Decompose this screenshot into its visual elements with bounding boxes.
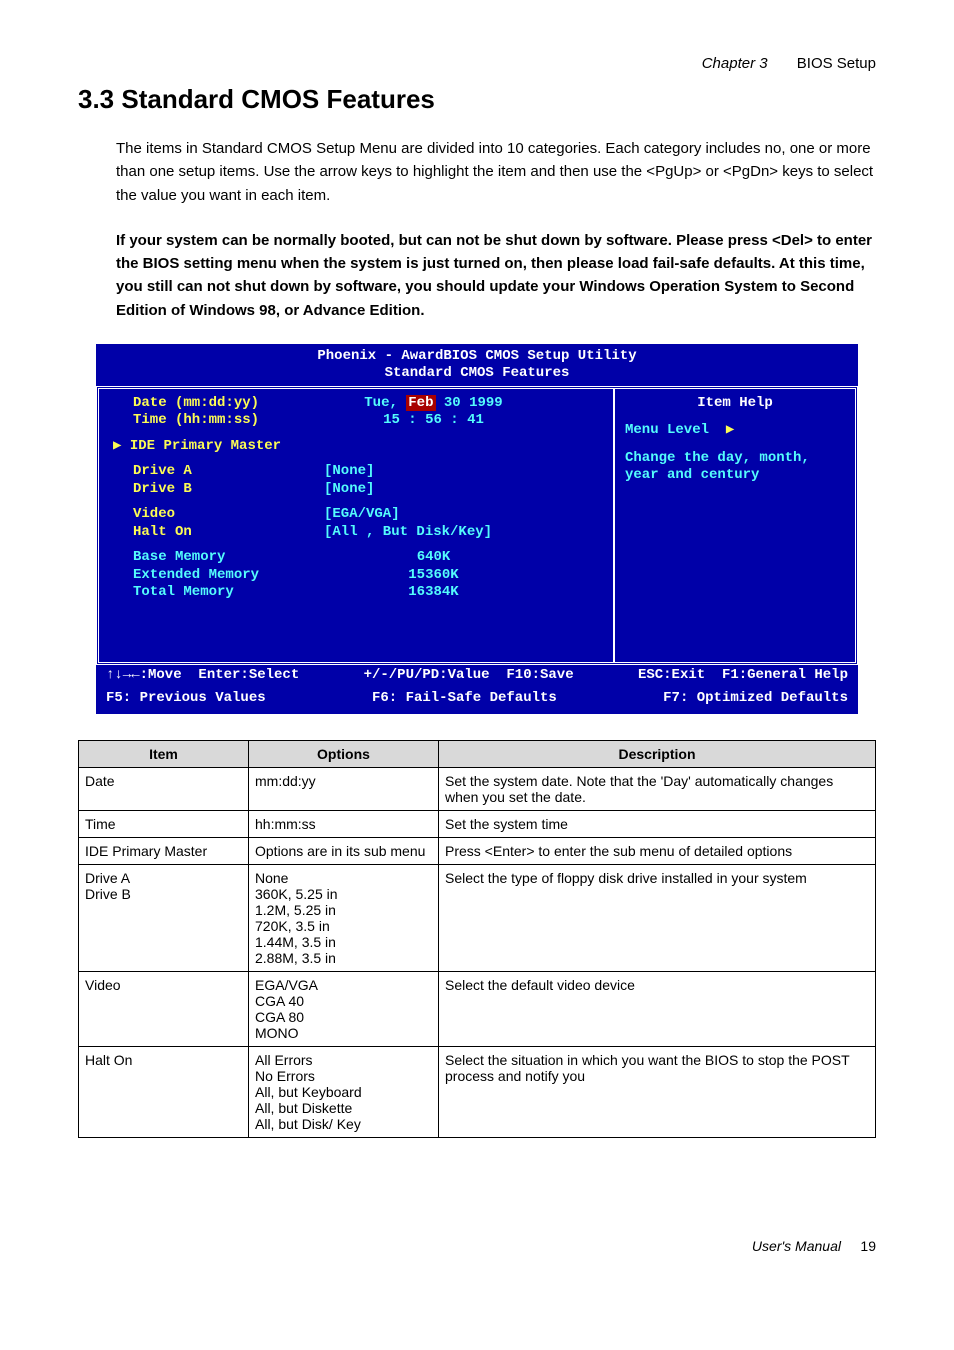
footer-move: ↑↓→←:Move Enter:Select — [106, 667, 299, 685]
date-value[interactable]: Tue, Feb 30 1999 — [324, 395, 603, 413]
date-label: Date (mm:dd:yy) — [109, 395, 324, 413]
time-label: Time (hh:mm:ss) — [109, 412, 324, 430]
cell-item: Video — [79, 971, 249, 1046]
bios-screenshot: Phoenix - AwardBIOS CMOS Setup Utility S… — [96, 344, 858, 714]
cell-description: Set the system time — [439, 810, 876, 837]
drive-b-label: Drive B — [109, 481, 324, 499]
cell-options: hh:mm:ss — [249, 810, 439, 837]
help-text: Change the day, month, year and century — [625, 450, 845, 485]
cell-item: Date — [79, 767, 249, 810]
item-help-title: Item Help — [625, 395, 845, 413]
table-row: IDE Primary MasterOptions are in its sub… — [79, 837, 876, 864]
cell-description: Select the default video device — [439, 971, 876, 1046]
cell-description: Select the situation in which you want t… — [439, 1046, 876, 1137]
bios-left-panel: Date (mm:dd:yy) Tue, Feb 30 1999 Time (h… — [99, 389, 615, 662]
footer-f5: F5: Previous Values — [106, 690, 266, 708]
cell-options: None 360K, 5.25 in 1.2M, 5.25 in 720K, 3… — [249, 864, 439, 971]
bios-footer-2: F5: Previous Values F6: Fail-Safe Defaul… — [96, 690, 858, 714]
cell-item: Time — [79, 810, 249, 837]
menu-level: Menu Level ▶ — [625, 422, 845, 440]
extended-memory-label: Extended Memory — [109, 567, 324, 585]
total-memory-value: 16384K — [324, 584, 603, 602]
base-memory-value: 640K — [324, 549, 603, 567]
drive-a-value[interactable]: [None] — [324, 463, 603, 481]
para-2: If your system can be normally booted, b… — [116, 229, 876, 322]
cell-options: mm:dd:yy — [249, 767, 439, 810]
video-value[interactable]: [EGA/VGA] — [324, 506, 603, 524]
video-label: Video — [109, 506, 324, 524]
th-options: Options — [249, 740, 439, 767]
section-title: 3.3 Standard CMOS Features — [78, 84, 876, 115]
bios-footer: ↑↓→←:Move Enter:Select +/-/PU/PD:Value F… — [96, 665, 858, 691]
base-memory-label: Base Memory — [109, 549, 324, 567]
cell-item: Halt On — [79, 1046, 249, 1137]
cell-options: EGA/VGA CGA 40 CGA 80 MONO — [249, 971, 439, 1046]
th-item: Item — [79, 740, 249, 767]
cell-item: IDE Primary Master — [79, 837, 249, 864]
th-description: Description — [439, 740, 876, 767]
bios-title-1: Phoenix - AwardBIOS CMOS Setup Utility — [96, 348, 858, 366]
table-row: VideoEGA/VGA CGA 40 CGA 80 MONOSelect th… — [79, 971, 876, 1046]
table-row: Timehh:mm:ssSet the system time — [79, 810, 876, 837]
halt-on-value[interactable]: [All , But Disk/Key] — [324, 524, 603, 542]
footer-f7: F7: Optimized Defaults — [663, 690, 848, 708]
chapter-label: Chapter 3 — [702, 55, 768, 72]
table-row: Drive A Drive BNone 360K, 5.25 in 1.2M, … — [79, 864, 876, 971]
page-number: 19 — [860, 1238, 876, 1254]
menu-level-arrow-icon: ▶ — [726, 422, 734, 438]
time-value[interactable]: 15 : 56 : 41 — [324, 412, 603, 430]
footer-f6: F6: Fail-Safe Defaults — [372, 690, 557, 708]
section-label: BIOS Setup — [797, 55, 876, 72]
bios-title-2: Standard CMOS Features — [96, 365, 858, 383]
cell-description: Set the system date. Note that the 'Day'… — [439, 767, 876, 810]
total-memory-label: Total Memory — [109, 584, 324, 602]
drive-b-value[interactable]: [None] — [324, 481, 603, 499]
cell-item: Drive A Drive B — [79, 864, 249, 971]
footer-text: User's Manual — [752, 1238, 841, 1254]
cell-description: Select the type of floppy disk drive ins… — [439, 864, 876, 971]
footer-value: +/-/PU/PD:Value F10:Save — [364, 667, 574, 685]
cell-options: All Errors No Errors All, but Keyboard A… — [249, 1046, 439, 1137]
options-table: Item Options Description Datemm:dd:yySet… — [78, 740, 876, 1138]
table-row: Halt OnAll Errors No Errors All, but Key… — [79, 1046, 876, 1137]
bios-title: Phoenix - AwardBIOS CMOS Setup Utility S… — [96, 344, 858, 386]
cell-options: Options are in its sub menu — [249, 837, 439, 864]
bios-help-panel: Item Help Menu Level ▶ Change the day, m… — [615, 389, 855, 662]
cell-description: Press <Enter> to enter the sub menu of d… — [439, 837, 876, 864]
drive-a-label: Drive A — [109, 463, 324, 481]
page-footer: User's Manual 19 — [78, 1238, 876, 1254]
extended-memory-value: 15360K — [324, 567, 603, 585]
table-row: Datemm:dd:yySet the system date. Note th… — [79, 767, 876, 810]
halt-on-label: Halt On — [109, 524, 324, 542]
para-1: The items in Standard CMOS Setup Menu ar… — [116, 137, 876, 207]
ide-primary-master[interactable]: ▶ IDE Primary Master — [109, 438, 603, 456]
footer-exit: ESC:Exit F1:General Help — [638, 667, 848, 685]
submenu-arrow-icon: ▶ — [113, 438, 121, 454]
page-header: Chapter 3 BIOS Setup — [78, 55, 876, 72]
